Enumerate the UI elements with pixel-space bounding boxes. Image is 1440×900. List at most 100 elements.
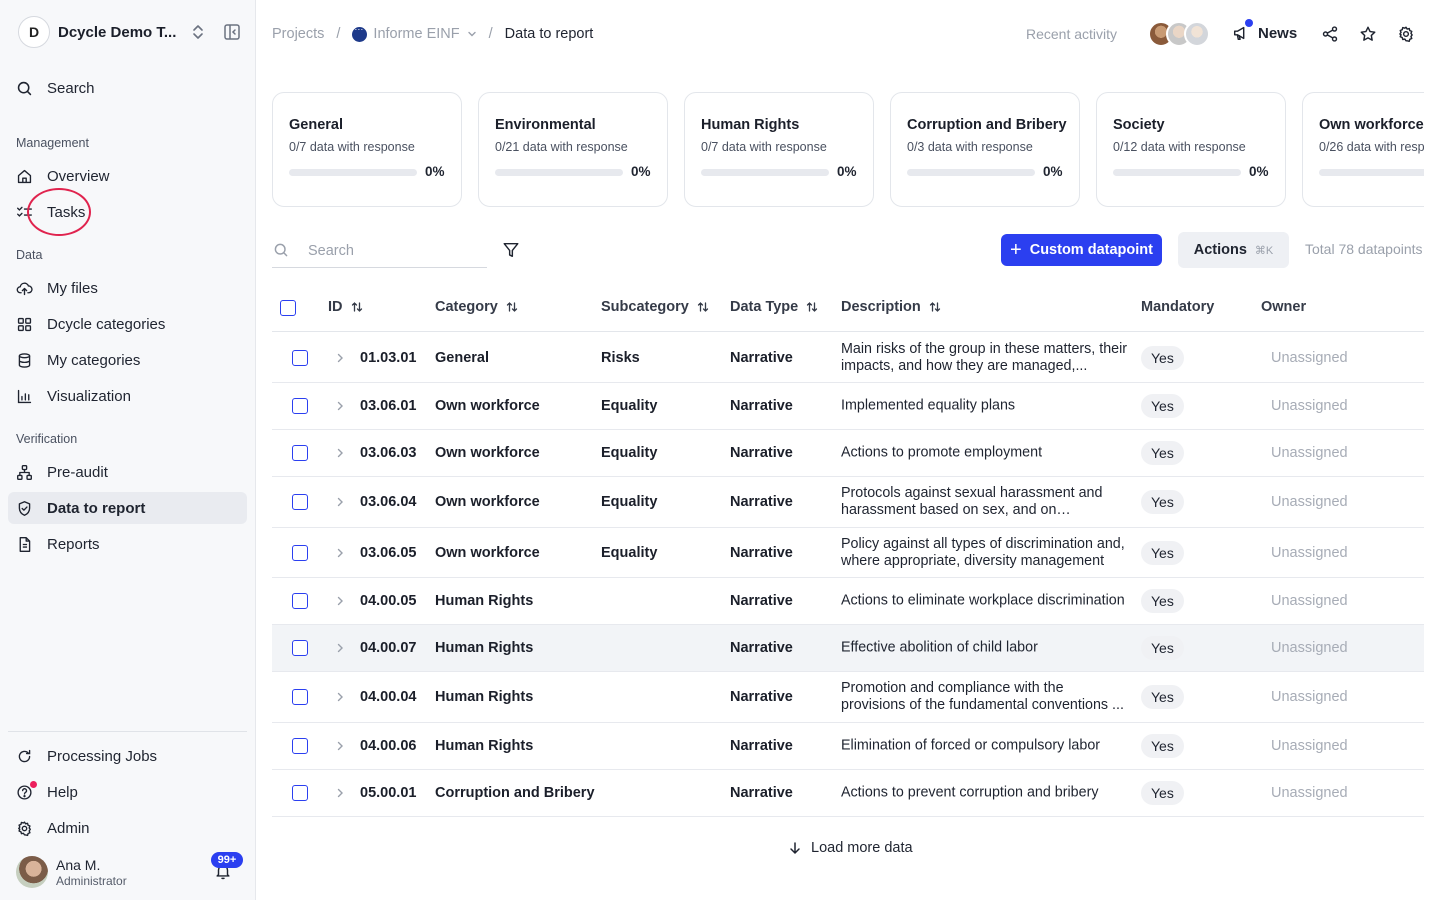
row-checkbox[interactable] <box>292 349 308 366</box>
cell-owner[interactable]: Unassigned <box>1271 494 1348 510</box>
card-percent: 0% <box>631 164 651 179</box>
category-card[interactable]: Own workforce 0/26 data with response 0% <box>1302 92 1424 207</box>
chevron-right-icon[interactable] <box>334 595 346 607</box>
row-checkbox[interactable] <box>292 785 308 801</box>
sort-icon[interactable] <box>697 301 709 313</box>
category-card[interactable]: Human Rights 0/7 data with response 0% <box>684 92 874 207</box>
chevron-right-icon[interactable] <box>334 496 346 508</box>
row-checkbox[interactable] <box>292 398 308 414</box>
column-category[interactable]: Category <box>435 299 518 315</box>
keyboard-shortcut: ⌘K <box>1254 244 1274 257</box>
mandatory-badge: Yes <box>1141 781 1184 805</box>
cell-owner[interactable]: Unassigned <box>1271 738 1348 754</box>
cell-id: 03.06.04 <box>360 494 417 510</box>
actions-button[interactable]: Actions ⌘K <box>1178 232 1289 268</box>
chevron-up-down-icon[interactable] <box>188 22 208 42</box>
card-subtitle: 0/26 data with response <box>1319 140 1424 154</box>
filter-icon[interactable] <box>502 241 520 259</box>
sort-icon[interactable] <box>806 301 818 313</box>
sort-icon[interactable] <box>506 301 518 313</box>
cell-owner[interactable]: Unassigned <box>1271 545 1348 561</box>
sidebar-item-reports[interactable]: Reports <box>8 528 247 560</box>
table-row[interactable]: 03.06.05 Own workforce Equality Narrativ… <box>272 528 1424 578</box>
cell-category: Human Rights <box>435 738 534 754</box>
chevron-down-icon[interactable] <box>467 29 477 39</box>
sidebar-item-admin[interactable]: Admin <box>8 812 247 844</box>
cell-owner[interactable]: Unassigned <box>1271 640 1348 656</box>
chevron-right-icon[interactable] <box>334 787 346 799</box>
category-card[interactable]: General 0/7 data with response 0% <box>272 92 462 207</box>
table-row[interactable]: 04.00.07 Human Rights Narrative Effectiv… <box>272 625 1424 672</box>
row-checkbox[interactable] <box>292 738 308 754</box>
row-checkbox[interactable] <box>292 445 308 461</box>
chevron-right-icon[interactable] <box>334 740 346 752</box>
table-row[interactable]: 03.06.03 Own workforce Equality Narrativ… <box>272 430 1424 477</box>
column-id[interactable]: ID <box>328 299 363 315</box>
cell-owner[interactable]: Unassigned <box>1271 445 1348 461</box>
search-icon <box>17 81 32 95</box>
cell-owner[interactable]: Unassigned <box>1271 689 1348 705</box>
row-checkbox[interactable] <box>292 544 308 561</box>
description-text: Actions to eliminate workplace discrimin… <box>841 592 1125 609</box>
row-checkbox[interactable] <box>292 494 308 510</box>
share-icon[interactable] <box>1321 25 1339 43</box>
sidebar-item-data-to-report[interactable]: Data to report <box>8 492 247 524</box>
sidebar-item-dcycle-categories[interactable]: Dcycle categories <box>8 308 247 340</box>
chevron-right-icon[interactable] <box>334 400 346 412</box>
collaborator-avatars[interactable] <box>1148 21 1210 47</box>
sidebar-item-overview[interactable]: Overview <box>8 160 247 192</box>
chevron-right-icon[interactable] <box>334 642 346 654</box>
custom-datapoint-button[interactable]: + Custom datapoint <box>1001 234 1162 266</box>
sidebar-item-pre-audit[interactable]: Pre-audit <box>8 456 247 488</box>
row-checkbox[interactable] <box>292 640 308 656</box>
category-card[interactable]: Environmental 0/21 data with response 0% <box>478 92 668 207</box>
breadcrumb-project[interactable]: Informe EINF <box>373 26 459 42</box>
table-row[interactable]: 05.00.01 Corruption and Bribery Narrativ… <box>272 770 1424 817</box>
cell-id: 05.00.01 <box>360 785 417 801</box>
cell-owner[interactable]: Unassigned <box>1271 593 1348 609</box>
cell-owner[interactable]: Unassigned <box>1271 785 1348 801</box>
column-subcategory[interactable]: Subcategory <box>601 299 709 315</box>
column-description[interactable]: Description <box>841 299 941 315</box>
user-profile[interactable]: Ana M. Administrator 99+ <box>16 852 244 890</box>
star-icon[interactable] <box>1359 25 1377 43</box>
search-input[interactable] <box>308 240 478 262</box>
recent-activity-link[interactable]: Recent activity <box>1026 26 1117 42</box>
chevron-right-icon[interactable] <box>334 547 346 559</box>
sort-icon[interactable] <box>929 301 941 313</box>
load-more-button[interactable]: Load more data <box>788 840 913 856</box>
sidebar-item-help[interactable]: Help <box>8 776 247 808</box>
sidebar-collapse-icon[interactable] <box>222 22 242 42</box>
column-data-type[interactable]: Data Type <box>730 299 818 315</box>
sidebar-item-processing-jobs[interactable]: Processing Jobs <box>8 740 247 772</box>
mandatory-badge: Yes <box>1141 540 1184 565</box>
table-row[interactable]: 04.00.05 Human Rights Narrative Actions … <box>272 578 1424 625</box>
description-text: Implemented equality plans <box>841 397 1016 414</box>
news-button[interactable]: News <box>1232 19 1297 42</box>
sort-icon[interactable] <box>351 301 363 313</box>
chevron-right-icon[interactable] <box>334 447 346 459</box>
table-row[interactable]: 03.06.04 Own workforce Equality Narrativ… <box>272 477 1424 528</box>
chevron-right-icon[interactable] <box>334 352 346 364</box>
category-card[interactable]: Society 0/12 data with response 0% <box>1096 92 1286 207</box>
table-row[interactable]: 04.00.04 Human Rights Narrative Promotio… <box>272 672 1424 723</box>
load-more-label: Load more data <box>811 840 913 856</box>
gear-icon[interactable] <box>1397 25 1415 43</box>
table-row[interactable]: 03.06.01 Own workforce Equality Narrativ… <box>272 383 1424 430</box>
home-icon <box>17 169 32 183</box>
table-row[interactable]: 01.03.01 General Risks Narrative Main ri… <box>272 333 1424 383</box>
cell-owner[interactable]: Unassigned <box>1271 398 1348 414</box>
select-all-checkbox[interactable] <box>280 300 296 316</box>
row-checkbox[interactable] <box>292 593 308 609</box>
sidebar-item-visualization[interactable]: Visualization <box>8 380 247 412</box>
breadcrumb-projects[interactable]: Projects <box>272 26 324 42</box>
row-checkbox[interactable] <box>292 689 308 705</box>
category-card[interactable]: Corruption and Bribery 0/3 data with res… <box>890 92 1080 207</box>
chevron-right-icon[interactable] <box>334 691 346 703</box>
sidebar-item-my-categories[interactable]: My categories <box>8 344 247 376</box>
table-row[interactable]: 04.00.06 Human Rights Narrative Eliminat… <box>272 723 1424 770</box>
workspace-switcher[interactable]: D Dcycle Demo T... <box>18 16 248 48</box>
cell-owner[interactable]: Unassigned <box>1271 350 1348 366</box>
sidebar-item-search[interactable]: Search <box>8 72 247 104</box>
sidebar-item-my-files[interactable]: My files <box>8 272 247 304</box>
